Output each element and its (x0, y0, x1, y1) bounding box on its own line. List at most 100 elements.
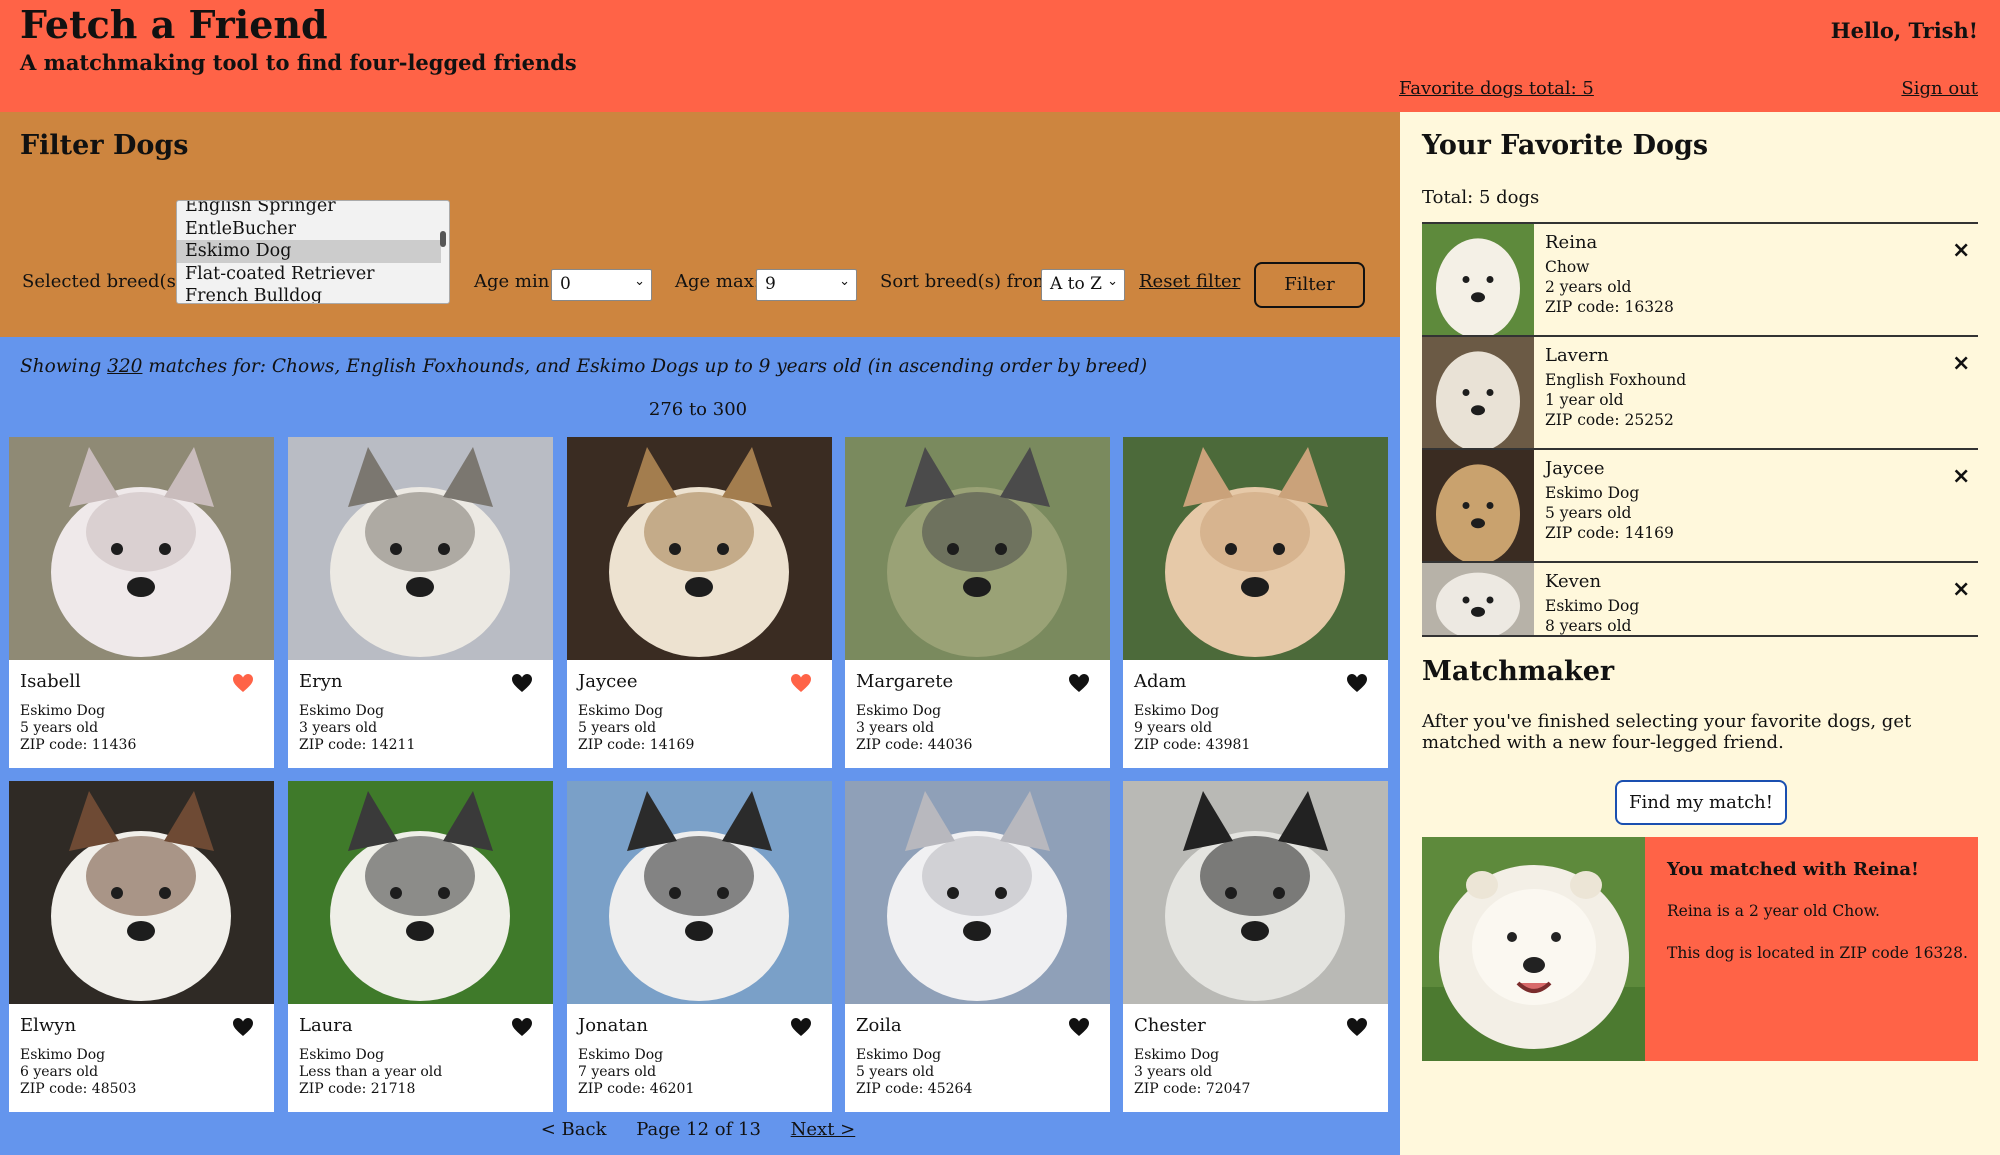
dog-zip: ZIP code: 48503 (20, 1081, 137, 1097)
close-icon[interactable]: × (1952, 351, 1970, 376)
heart-icon[interactable] (1345, 1015, 1369, 1039)
app-title: Fetch a Friend (20, 2, 328, 47)
match-dog-photo (1422, 837, 1645, 1061)
dog-zip: ZIP code: 14211 (299, 737, 416, 753)
app-header: Fetch a Friend A matchmaking tool to fin… (0, 0, 2000, 112)
results-summary: Showing 320 matches for: Chows, English … (20, 356, 1147, 377)
dog-age: 6 years old (20, 1064, 99, 1080)
heart-icon[interactable] (789, 671, 813, 695)
page-indicator: Page 12 of 13 (636, 1119, 761, 1140)
dog-breed: Eskimo Dog (299, 703, 385, 719)
dog-name: Eryn (299, 671, 343, 692)
favorite-item: Lavern English Foxhound 1 year old ZIP code… (1422, 335, 1978, 448)
breed-option[interactable]: French Bulldog (177, 285, 449, 303)
dog-age: 3 years old (1134, 1064, 1213, 1080)
favorite-dog-name: Lavern (1545, 345, 1609, 366)
dog-age: 5 years old (578, 720, 657, 736)
dog-photo (288, 437, 553, 660)
reset-filter-link[interactable]: Reset filter (1139, 271, 1240, 292)
favorite-dog-age: 8 years old (1545, 617, 1632, 635)
dog-name: Elwyn (20, 1015, 77, 1036)
heart-icon[interactable] (789, 1015, 813, 1039)
sort-value: A to Z (1050, 274, 1102, 294)
results-count: 320 (107, 356, 143, 377)
chevron-down-icon: ⌄ (1107, 274, 1118, 289)
favorites-sidebar: Your Favorite Dogs Total: 5 dogs Reina Ch… (1400, 112, 2000, 1155)
dog-name: Jonatan (578, 1015, 648, 1036)
match-headline: You matched with Reina! (1667, 859, 1919, 880)
dog-breed: Eskimo Dog (856, 1047, 942, 1063)
heart-icon[interactable] (510, 1015, 534, 1039)
summary-suffix: matches for: Chows, English Foxhounds, a… (148, 356, 1148, 377)
age-max-select[interactable]: 9 ⌄ (756, 269, 857, 301)
dog-photo (845, 781, 1110, 1004)
favorite-dog-photo (1422, 337, 1534, 448)
dog-card: Chester Eskimo Dog 3 years old ZIP code: 72… (1123, 781, 1388, 1112)
favorite-dog-age: 5 years old (1545, 504, 1632, 522)
dog-age: 3 years old (299, 720, 378, 736)
breed-option[interactable]: English Springer (177, 201, 449, 218)
find-match-button[interactable]: Find my match! (1615, 780, 1787, 825)
dog-card: Jaycee Eskimo Dog 5 years old ZIP code: 141… (567, 437, 832, 768)
favorites-list-divider (1422, 635, 1978, 637)
back-link[interactable]: < Back (541, 1119, 607, 1140)
age-min-label: Age min: (474, 271, 556, 292)
matchmaker-title: Matchmaker (1422, 656, 1615, 687)
age-max-value: 9 (765, 274, 776, 294)
dog-breed: Eskimo Dog (1134, 703, 1220, 719)
heart-icon[interactable] (231, 1015, 255, 1039)
favorite-item: Keven Eskimo Dog 8 years old × (1422, 561, 1978, 637)
heart-icon[interactable] (510, 671, 534, 695)
dog-card: Elwyn Eskimo Dog 6 years old ZIP code: 4850… (9, 781, 274, 1112)
dog-breed: Eskimo Dog (578, 703, 664, 719)
app-subtitle: A matchmaking tool to find four-legged f… (20, 50, 577, 75)
dog-card: Adam Eskimo Dog 9 years old ZIP code: 43981 (1123, 437, 1388, 768)
dog-breed: Eskimo Dog (299, 1047, 385, 1063)
close-icon[interactable]: × (1952, 464, 1970, 489)
user-greeting: Hello, Trish! (1830, 18, 1978, 43)
favorite-item: Jaycee Eskimo Dog 5 years old ZIP code: 141… (1422, 448, 1978, 561)
breed-option-selected[interactable]: Eskimo Dog (177, 240, 441, 263)
dog-card: Eryn Eskimo Dog 3 years old ZIP code: 14211 (288, 437, 553, 768)
dog-name: Laura (299, 1015, 353, 1036)
sort-select[interactable]: A to Z ⌄ (1041, 269, 1125, 301)
favorite-dog-photo (1422, 450, 1534, 561)
heart-icon[interactable] (231, 671, 255, 695)
dog-card: Zoila Eskimo Dog 5 years old ZIP code: 4526… (845, 781, 1110, 1112)
favorites-title: Your Favorite Dogs (1422, 130, 1709, 161)
breed-list-scrollbar[interactable] (440, 231, 446, 247)
sort-label: Sort breed(s) from (880, 271, 1050, 292)
dog-photo (1123, 437, 1388, 660)
filter-title: Filter Dogs (20, 130, 189, 161)
dog-photo (1123, 781, 1388, 1004)
sign-out-link[interactable]: Sign out (1901, 78, 1978, 99)
breed-multiselect[interactable]: English Springer EntleBucher Eskimo Dog … (176, 200, 450, 304)
heart-icon[interactable] (1067, 1015, 1091, 1039)
filter-button[interactable]: Filter (1254, 262, 1365, 308)
chevron-down-icon: ⌄ (634, 274, 645, 289)
breed-option[interactable]: EntleBucher (177, 218, 449, 241)
chevron-down-icon: ⌄ (839, 274, 850, 289)
close-icon[interactable]: × (1952, 238, 1970, 263)
close-icon[interactable]: × (1952, 577, 1970, 602)
dog-name: Isabell (20, 671, 81, 692)
dog-breed: Eskimo Dog (1134, 1047, 1220, 1063)
heart-icon[interactable] (1067, 671, 1091, 695)
dog-age: 3 years old (856, 720, 935, 736)
dog-breed: Eskimo Dog (578, 1047, 664, 1063)
favorite-dog-photo (1422, 563, 1534, 637)
dog-photo (288, 781, 553, 1004)
age-min-value: 0 (560, 274, 571, 294)
heart-icon[interactable] (1345, 671, 1369, 695)
favorite-dog-age: 1 year old (1545, 391, 1624, 409)
favorite-dog-photo (1422, 224, 1534, 335)
dog-photo (9, 437, 274, 660)
dog-zip: ZIP code: 45264 (856, 1081, 973, 1097)
dog-age: 9 years old (1134, 720, 1213, 736)
next-link[interactable]: Next > (791, 1119, 856, 1140)
favorite-dog-name: Jaycee (1545, 458, 1605, 479)
age-min-select[interactable]: 0 ⌄ (551, 269, 652, 301)
dog-photo (845, 437, 1110, 660)
favorites-total-link[interactable]: Favorite dogs total: 5 (1399, 78, 1594, 99)
breed-option[interactable]: Flat-coated Retriever (177, 263, 449, 286)
